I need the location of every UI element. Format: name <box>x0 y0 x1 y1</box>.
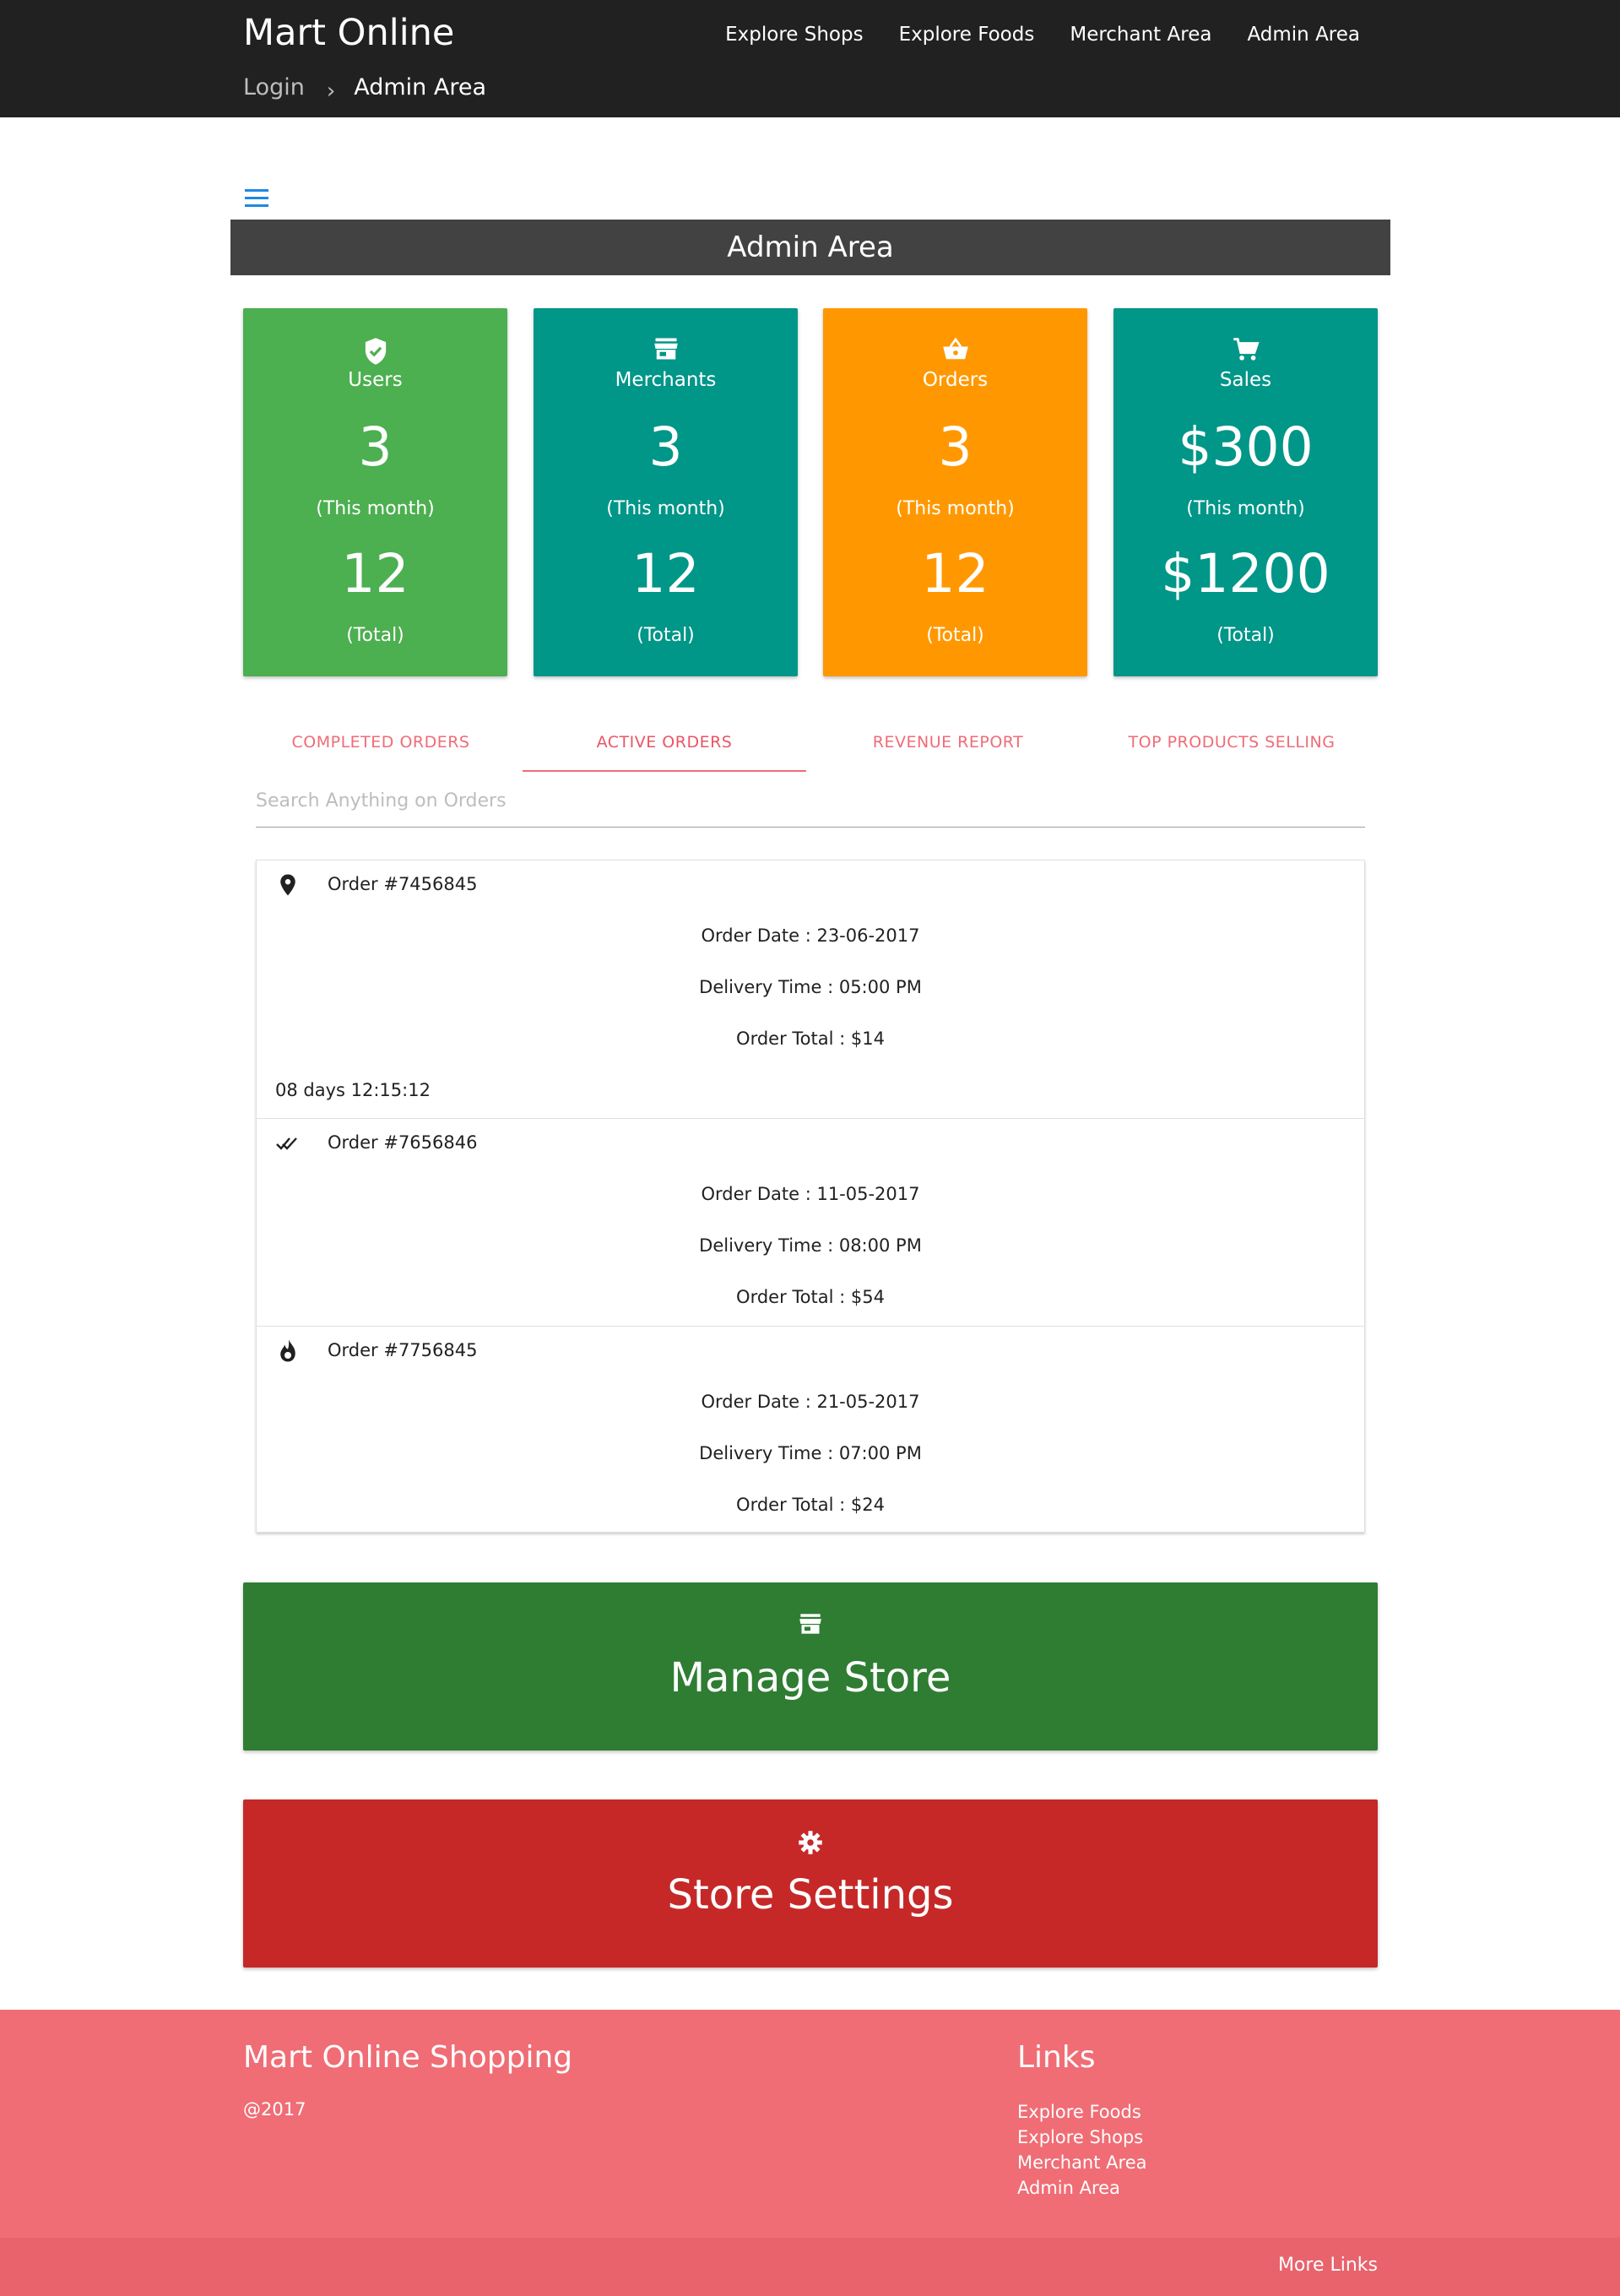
hamburger-menu-icon[interactable] <box>245 189 268 208</box>
flame-icon <box>280 1339 295 1362</box>
stat-month-value: $300 <box>1178 416 1314 478</box>
stat-card-merchants[interactable]: Merchants 3 (This month) 12 (Total) <box>534 308 798 676</box>
stat-month-caption: (This month) <box>1186 498 1305 519</box>
basket-icon <box>942 337 968 360</box>
stat-month-caption: (This month) <box>316 498 435 519</box>
store-icon <box>799 1614 821 1634</box>
footer-links-title: Links <box>1017 2040 1096 2075</box>
breadcrumb-current: Admin Area <box>354 74 487 100</box>
nav-admin-area[interactable]: Admin Area <box>1247 24 1360 46</box>
breadcrumb-separator-icon: › <box>326 78 336 104</box>
order-date: Order Date : 11-05-2017 <box>701 1184 920 1204</box>
list-item[interactable]: Order #7456845 Order Date : 23-06-2017 D… <box>257 860 1364 1119</box>
orders-tabs: COMPLETED ORDERS ACTIVE ORDERS REVENUE R… <box>239 725 1373 772</box>
stat-month-value: 3 <box>938 416 973 478</box>
nav-merchant-area[interactable]: Merchant Area <box>1070 24 1211 46</box>
list-item[interactable]: Order #7656846 Order Date : 11-05-2017 D… <box>257 1119 1364 1327</box>
manage-store-label: Manage Store <box>669 1654 951 1702</box>
order-id: Order #7656846 <box>328 1132 478 1153</box>
order-delivery-time: Delivery Time : 05:00 PM <box>699 977 922 997</box>
store-settings-button[interactable]: Store Settings <box>243 1799 1378 1968</box>
stat-total-caption: (Total) <box>1216 625 1275 646</box>
footer-title: Mart Online Shopping <box>243 2040 573 2075</box>
stat-total-value: $1200 <box>1161 543 1330 605</box>
brand-title[interactable]: Mart Online <box>243 12 454 54</box>
order-countdown: 08 days 12:15:12 <box>275 1080 431 1100</box>
stat-total-value: 12 <box>631 543 700 605</box>
cart-icon <box>1233 338 1260 361</box>
footer: Mart Online Shopping @2017 Links Explore… <box>0 2010 1620 2238</box>
order-delivery-time: Delivery Time : 08:00 PM <box>699 1235 922 1256</box>
orders-list: Order #7456845 Order Date : 23-06-2017 D… <box>256 860 1365 1533</box>
footer-link-explore-shops[interactable]: Explore Shops <box>1017 2127 1143 2147</box>
tab-top-products-selling[interactable]: TOP PRODUCTS SELLING <box>1090 725 1373 772</box>
breadcrumb: Login › Admin Area <box>243 74 487 104</box>
stat-card-users[interactable]: Users 3 (This month) 12 (Total) <box>243 308 507 676</box>
stat-total-caption: (Total) <box>926 625 984 646</box>
order-date: Order Date : 23-06-2017 <box>701 925 920 946</box>
store-icon <box>653 338 678 360</box>
top-header: Mart Online Explore Shops Explore Foods … <box>0 0 1620 117</box>
stat-total-caption: (Total) <box>637 625 695 646</box>
sub-footer: More Links <box>0 2238 1620 2296</box>
order-total: Order Total : $54 <box>736 1287 885 1307</box>
stat-month-value: 3 <box>648 416 683 478</box>
stat-card-orders[interactable]: Orders 3 (This month) 12 (Total) <box>823 308 1087 676</box>
order-total: Order Total : $14 <box>736 1029 885 1049</box>
more-links-link[interactable]: More Links <box>1278 2255 1378 2276</box>
stat-label: Users <box>348 369 403 391</box>
manage-store-button[interactable]: Manage Store <box>243 1582 1378 1750</box>
stat-label: Sales <box>1219 369 1272 391</box>
orders-search-input[interactable] <box>256 775 1365 828</box>
order-id: Order #7456845 <box>328 874 478 894</box>
stat-total-value: 12 <box>341 543 409 605</box>
tab-revenue-report[interactable]: REVENUE REPORT <box>806 725 1090 772</box>
order-total: Order Total : $24 <box>736 1495 885 1515</box>
tab-active-orders[interactable]: ACTIVE ORDERS <box>523 725 806 772</box>
nav-explore-shops[interactable]: Explore Shops <box>725 24 863 46</box>
breadcrumb-login[interactable]: Login <box>243 74 305 100</box>
stat-month-value: 3 <box>358 416 393 478</box>
footer-link-explore-foods[interactable]: Explore Foods <box>1017 2102 1141 2122</box>
list-item[interactable]: Order #7756845 Order Date : 21-05-2017 D… <box>257 1327 1364 1532</box>
order-date: Order Date : 21-05-2017 <box>701 1392 920 1412</box>
gear-icon <box>799 1831 822 1854</box>
stat-month-caption: (This month) <box>606 498 725 519</box>
top-nav: Explore Shops Explore Foods Merchant Are… <box>725 24 1360 46</box>
stat-label: Merchants <box>615 369 717 391</box>
nav-explore-foods[interactable]: Explore Foods <box>899 24 1035 46</box>
stat-label: Orders <box>922 369 989 391</box>
footer-link-admin-area[interactable]: Admin Area <box>1017 2178 1120 2198</box>
footer-copyright: @2017 <box>243 2099 306 2120</box>
tab-completed-orders[interactable]: COMPLETED ORDERS <box>239 725 523 772</box>
page-title: Admin Area <box>230 220 1390 275</box>
stat-total-caption: (Total) <box>346 625 404 646</box>
stat-month-caption: (This month) <box>896 498 1015 519</box>
double-check-icon <box>276 1137 297 1150</box>
order-delivery-time: Delivery Time : 07:00 PM <box>699 1443 922 1463</box>
shield-check-icon <box>365 338 386 365</box>
footer-link-merchant-area[interactable]: Merchant Area <box>1017 2152 1146 2173</box>
location-pin-icon <box>280 874 295 896</box>
stat-total-value: 12 <box>921 543 989 605</box>
store-settings-label: Store Settings <box>667 1871 954 1919</box>
stat-card-sales[interactable]: Sales $300 (This month) $1200 (Total) <box>1113 308 1378 676</box>
order-id: Order #7756845 <box>328 1340 478 1360</box>
footer-links: Explore Foods Explore Shops Merchant Are… <box>1017 2099 1146 2201</box>
